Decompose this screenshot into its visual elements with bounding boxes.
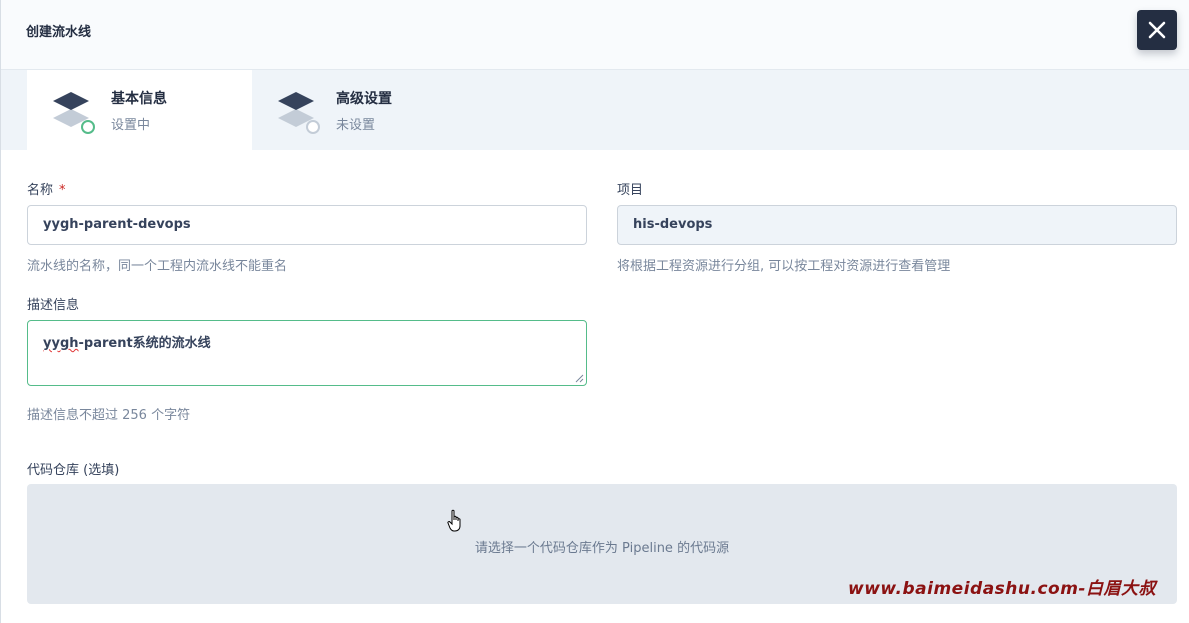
project-label: 项目 <box>617 183 644 198</box>
close-button[interactable] <box>1137 10 1177 50</box>
layers-icon <box>53 92 95 134</box>
close-icon <box>1148 21 1166 39</box>
step-status: 设置中 <box>111 118 151 133</box>
name-input[interactable]: yygh-parent-devops <box>27 205 587 245</box>
create-pipeline-modal: 创建流水线 基本信息 设置中 高级设置 未设置 名称 * yygh-parent… <box>0 0 1189 623</box>
step-title: 高级设置 <box>336 91 392 107</box>
description-value: -parent系统的流水线 <box>78 336 211 351</box>
description-textarea[interactable]: yygh-parent系统的流水线 <box>27 320 587 386</box>
step-basic-info[interactable]: 基本信息 设置中 <box>27 70 252 150</box>
description-hint: 描述信息不超过 256 个字符 <box>27 408 191 423</box>
step-status: 未设置 <box>336 118 376 133</box>
project-input[interactable]: his-devops <box>617 205 1177 245</box>
layers-icon <box>278 92 320 134</box>
modal-title: 创建流水线 <box>26 25 92 40</box>
watermark: www.baimeidashu.com-白眉大叔 <box>848 579 1156 599</box>
steps-bar: 基本信息 设置中 高级设置 未设置 <box>1 70 1189 150</box>
repo-label: 代码仓库 (选填) <box>27 463 120 478</box>
required-mark: * <box>59 183 66 198</box>
step-advanced-settings[interactable]: 高级设置 未设置 <box>252 70 477 150</box>
name-label-text: 名称 <box>27 183 54 198</box>
project-hint: 将根据工程资源进行分组, 可以按工程对资源进行查看管理 <box>617 259 951 274</box>
resize-grip-icon[interactable] <box>575 374 584 383</box>
name-hint: 流水线的名称，同一个工程内流水线不能重名 <box>27 259 288 274</box>
modal-header: 创建流水线 <box>1 0 1189 70</box>
description-label: 描述信息 <box>27 298 80 313</box>
description-value-misspelled: yygh <box>43 336 79 351</box>
repo-placeholder: 请选择一个代码仓库作为 Pipeline 的代码源 <box>474 541 730 556</box>
hand-pointer-icon <box>447 509 461 532</box>
name-label: 名称 * <box>27 179 66 198</box>
step-title: 基本信息 <box>111 91 167 107</box>
